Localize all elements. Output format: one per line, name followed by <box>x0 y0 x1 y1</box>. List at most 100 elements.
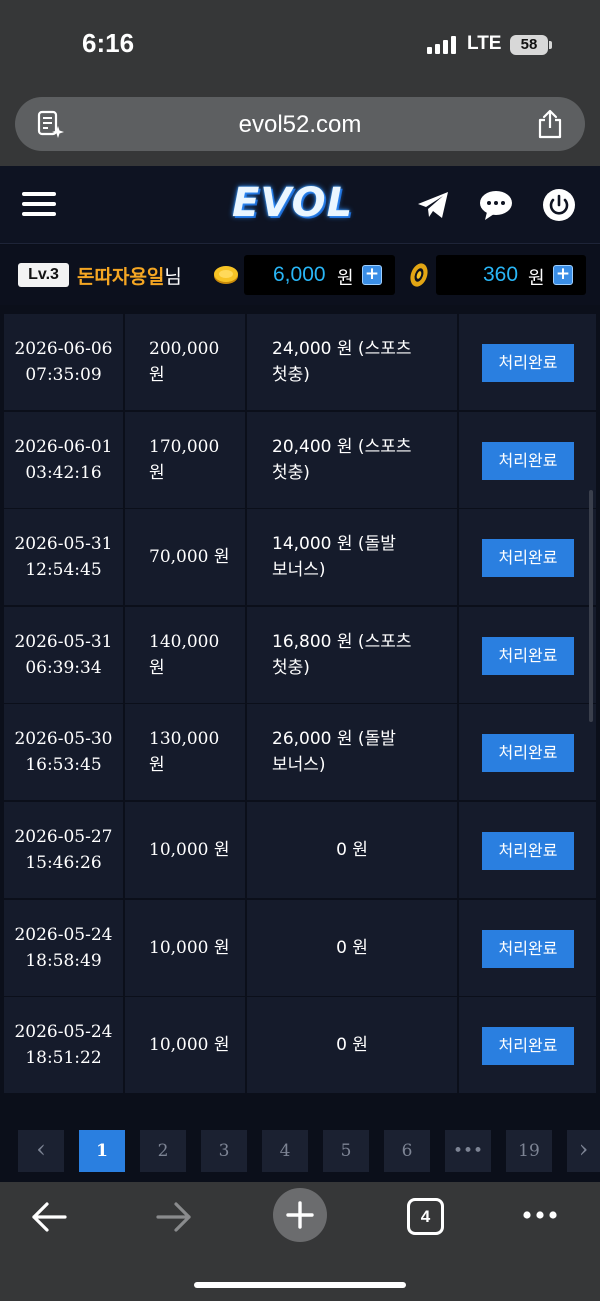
browser-bottom-bar: 4 <box>0 1182 600 1301</box>
status-complete-button[interactable]: 처리완료 <box>482 1027 574 1065</box>
bonus-text: 0 원 <box>336 1035 368 1055</box>
amount-cell: 140,000 원 <box>125 607 245 703</box>
amount-unit-text: 원 <box>149 463 165 483</box>
page-ellipsis: ••• <box>445 1130 491 1172</box>
logout-icon[interactable] <box>542 188 576 222</box>
table-row: 2026-05-31 12:54:45 70,000 원 14,000 원 (돌발 보너… <box>4 509 596 605</box>
bonus-cell: 26,000 원 (돌발 보너스) <box>247 704 457 800</box>
datetime-cell: 2026-06-01 03:42:16 <box>4 412 123 508</box>
battery-nub <box>549 41 552 49</box>
page-button-2[interactable]: 2 <box>140 1130 186 1172</box>
deposit-plus-button[interactable]: + <box>362 265 382 285</box>
page-button-4[interactable]: 4 <box>262 1130 308 1172</box>
url-text[interactable]: evol52.com <box>15 111 585 139</box>
bonus-text: 20,400 원 (스포츠 <box>272 437 412 457</box>
bonus-text: 0 원 <box>336 840 368 860</box>
datetime-cell: 2026-05-24 18:51:22 <box>4 997 123 1093</box>
home-indicator[interactable] <box>194 1282 406 1288</box>
status-bar: 6:16 LTE 58 <box>0 0 600 90</box>
status-cell: 처리완료 <box>459 900 596 996</box>
bonus-cell: 0 원 <box>247 900 457 996</box>
telegram-icon[interactable] <box>416 188 450 222</box>
points-value: 360 <box>483 263 519 286</box>
amount-text: 170,000 <box>149 437 220 457</box>
amount-cell: 10,000 원 <box>125 900 245 996</box>
amount-text: 140,000 <box>149 632 220 652</box>
bonus-text: 24,000 원 (스포츠 <box>272 339 412 359</box>
status-complete-button[interactable]: 처리완료 <box>482 832 574 870</box>
menu-icon[interactable] <box>22 190 58 218</box>
coin-icon <box>214 266 238 284</box>
status-cell: 처리완료 <box>459 314 596 410</box>
amount-cell: 170,000 원 <box>125 412 245 508</box>
date-text: 2026-06-01 <box>14 437 113 457</box>
amount-text: 70,000 원 <box>149 547 230 567</box>
bonus-text: 16,800 원 (스포츠 <box>272 632 412 652</box>
status-complete-button[interactable]: 처리완료 <box>482 539 574 577</box>
site-header: EVOL <box>0 166 600 244</box>
page-button-3[interactable]: 3 <box>201 1130 247 1172</box>
date-text: 2026-05-24 <box>14 925 113 945</box>
site-logo[interactable]: EVOL <box>232 180 353 226</box>
page-button-19[interactable]: 19 <box>506 1130 552 1172</box>
date-text: 2026-06-06 <box>14 339 113 359</box>
bonus-cell: 16,800 원 (스포츠첫충) <box>247 607 457 703</box>
status-complete-button[interactable]: 처리완료 <box>482 637 574 675</box>
share-icon[interactable] <box>535 108 565 140</box>
date-text: 2026-05-31 <box>14 534 113 554</box>
page-button-5[interactable]: 5 <box>323 1130 369 1172</box>
time-text: 15:46:26 <box>25 853 102 873</box>
user-info-bar: Lv.3 돈따자용일님 6,000 원 + 360 원 + <box>0 245 600 305</box>
browser-toolbar: evol52.com <box>0 90 600 166</box>
page-button-6[interactable]: 6 <box>384 1130 430 1172</box>
amount-cell: 10,000 원 <box>125 802 245 898</box>
address-bar[interactable]: evol52.com <box>15 97 585 151</box>
status-cell: 처리완료 <box>459 412 596 508</box>
bonus-text: 14,000 원 (돌발 <box>272 534 396 554</box>
status-complete-button[interactable]: 처리완료 <box>482 734 574 772</box>
status-complete-button[interactable]: 처리완료 <box>482 930 574 968</box>
level-badge: Lv.3 <box>18 263 69 287</box>
pagination: ‹ 1 2 3 4 5 6 ••• 19 › <box>0 1100 600 1182</box>
amount-cell: 10,000 원 <box>125 997 245 1093</box>
forward-icon[interactable] <box>155 1200 193 1234</box>
username: 돈따자용일님 <box>77 262 182 289</box>
table-row: 2026-05-24 18:58:49 10,000 원 0 원 처리완료 <box>4 900 596 996</box>
bonus-type-text: 보너스) <box>272 755 326 775</box>
chat-icon[interactable] <box>479 188 513 222</box>
back-icon[interactable] <box>30 1200 68 1234</box>
table-row: 2026-05-24 18:51:22 10,000 원 0 원 처리완료 <box>4 997 596 1093</box>
chip-icon <box>410 263 428 287</box>
amount-text: 10,000 원 <box>149 938 230 958</box>
points-plus-button[interactable]: + <box>553 265 573 285</box>
status-time: 6:16 <box>82 28 135 58</box>
bonus-type-text: 첫충) <box>272 658 310 678</box>
more-icon[interactable] <box>522 1210 558 1220</box>
status-complete-button[interactable]: 처리완료 <box>482 442 574 480</box>
page-button-1[interactable]: 1 <box>79 1130 125 1172</box>
points-balance: 360 원 + <box>436 255 586 295</box>
next-page-button[interactable]: › <box>567 1130 600 1172</box>
table-row: 2026-06-06 07:35:09 200,000 원 24,000 원 (스포츠 첫… <box>4 314 596 410</box>
datetime-cell: 2026-05-27 15:46:26 <box>4 802 123 898</box>
time-text: 18:58:49 <box>25 951 102 971</box>
amount-cell: 130,000 원 <box>125 704 245 800</box>
date-text: 2026-05-30 <box>14 729 113 749</box>
bonus-cell: 20,400 원 (스포츠 첫충) <box>247 412 457 508</box>
date-text: 2026-05-24 <box>14 1022 113 1042</box>
amount-unit-text: 원 <box>149 365 165 385</box>
scrollbar[interactable] <box>589 490 593 722</box>
money-value: 6,000 <box>273 263 326 286</box>
time-text: 18:51:22 <box>25 1048 102 1068</box>
datetime-cell: 2026-06-06 07:35:09 <box>4 314 123 410</box>
time-text: 12:54:45 <box>25 560 102 580</box>
status-complete-button[interactable]: 처리완료 <box>482 344 574 382</box>
bonus-type-text: 첫충) <box>272 365 310 385</box>
new-tab-icon[interactable] <box>273 1188 327 1242</box>
bonus-cell: 14,000 원 (돌발 보너스) <box>247 509 457 605</box>
bonus-text: 0 원 <box>336 938 368 958</box>
table-row: 2026-05-27 15:46:26 10,000 원 0 원 처리완료 <box>4 802 596 898</box>
tabs-icon[interactable]: 4 <box>407 1198 444 1235</box>
status-cell: 처리완료 <box>459 997 596 1093</box>
prev-page-button[interactable]: ‹ <box>18 1130 64 1172</box>
